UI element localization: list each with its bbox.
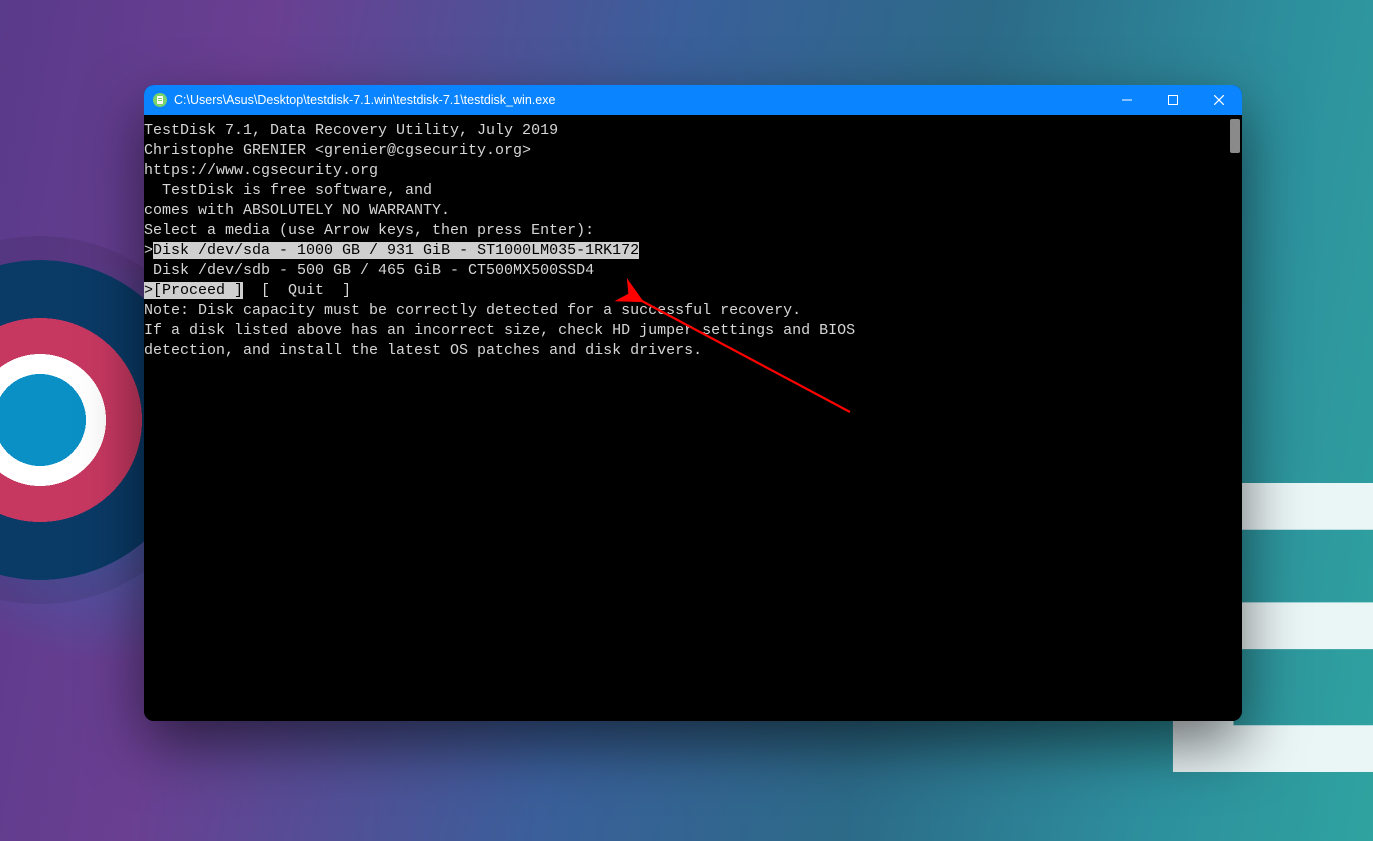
menu-gap xyxy=(243,282,261,299)
selection-caret: > xyxy=(144,242,153,259)
desktop-background: E C:\Users\Asus\Desktop\testdisk-7.1.win… xyxy=(0,0,1373,841)
menu-caret: > xyxy=(144,282,153,299)
term-header-line3: https://www.cgsecurity.org xyxy=(144,161,1242,181)
term-header-line1: TestDisk 7.1, Data Recovery Utility, Jul… xyxy=(144,121,1242,141)
note-line2: If a disk listed above has an incorrect … xyxy=(144,321,1242,341)
note-line3: detection, and install the latest OS pat… xyxy=(144,341,1242,361)
disk-option[interactable]: Disk /dev/sdb - 500 GB / 465 GiB - CT500… xyxy=(144,261,1242,281)
titlebar[interactable]: C:\Users\Asus\Desktop\testdisk-7.1.win\t… xyxy=(144,85,1242,115)
close-button[interactable] xyxy=(1196,85,1242,115)
proceed-button[interactable]: [Proceed ] xyxy=(153,282,243,299)
scrollbar-thumb[interactable] xyxy=(1230,119,1240,153)
term-free-line1: TestDisk is free software, and xyxy=(144,181,1242,201)
disk-sda[interactable]: Disk /dev/sda - 1000 GB / 931 GiB - ST10… xyxy=(153,242,639,259)
quit-button[interactable]: [ Quit ] xyxy=(261,282,351,299)
window-title: C:\Users\Asus\Desktop\testdisk-7.1.win\t… xyxy=(174,93,1104,107)
minimize-button[interactable] xyxy=(1104,85,1150,115)
menu-row: >[Proceed ] [ Quit ] xyxy=(144,281,1242,301)
term-header-line2: Christophe GRENIER <grenier@cgsecurity.o… xyxy=(144,141,1242,161)
term-free-line2: comes with ABSOLUTELY NO WARRANTY. xyxy=(144,201,1242,221)
maximize-button[interactable] xyxy=(1150,85,1196,115)
app-icon xyxy=(152,92,168,108)
window-controls xyxy=(1104,85,1242,115)
disk-option-selected[interactable]: >Disk /dev/sda - 1000 GB / 931 GiB - ST1… xyxy=(144,241,1242,261)
app-window: C:\Users\Asus\Desktop\testdisk-7.1.win\t… xyxy=(144,85,1242,721)
note-line1: Note: Disk capacity must be correctly de… xyxy=(144,301,1242,321)
terminal-area[interactable]: TestDisk 7.1, Data Recovery Utility, Jul… xyxy=(144,115,1242,721)
term-select-prompt: Select a media (use Arrow keys, then pre… xyxy=(144,221,1242,241)
